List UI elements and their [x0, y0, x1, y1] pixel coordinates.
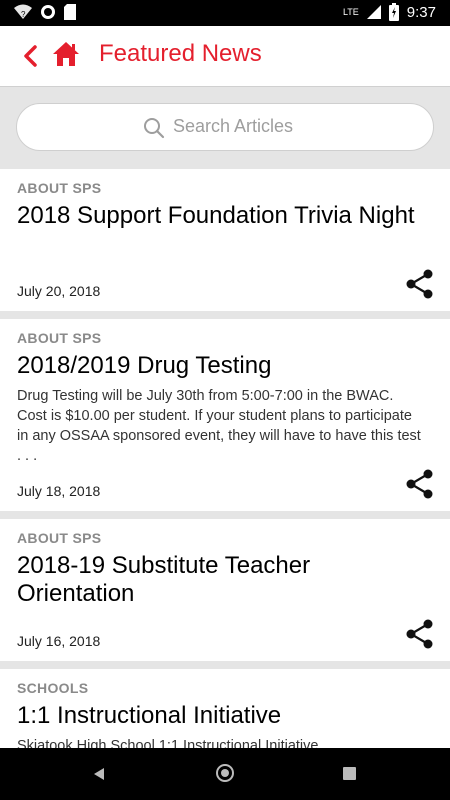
search-placeholder: Search Articles — [173, 116, 294, 136]
article-description: Skiatook High School 1:1 Instructional I… — [17, 738, 319, 748]
signal-icon — [366, 5, 381, 19]
article-category: ABOUT SPS — [17, 330, 102, 346]
article-date: July 18, 2018 — [17, 483, 101, 499]
chevron-left-icon[interactable] — [22, 44, 38, 68]
article-category: ABOUT SPS — [17, 530, 102, 546]
home-circle-icon[interactable] — [216, 764, 234, 782]
article-card[interactable]: ABOUT SPS 2018/2019 Drug Testing Drug Te… — [0, 319, 450, 511]
sync-icon — [41, 5, 55, 19]
status-bar: ? LTE 9:37 — [0, 0, 450, 26]
article-description: Drug Testing will be July 30th from 5:00… — [17, 388, 421, 464]
home-icon[interactable] — [52, 41, 80, 67]
article-card[interactable]: ABOUT SPS 2018 Support Foundation Trivia… — [0, 169, 450, 311]
search-area: Search Articles — [0, 87, 450, 169]
article-title: 1:1 Instructional Initiative — [17, 702, 282, 729]
network-type: LTE — [342, 7, 359, 17]
article-date: July 16, 2018 — [17, 633, 101, 649]
wifi-icon: ? — [14, 4, 32, 19]
share-icon[interactable] — [406, 469, 434, 499]
page-title: Featured News — [99, 40, 262, 67]
article-card[interactable]: SCHOOLS 1:1 Instructional Initiative Ski… — [0, 669, 450, 748]
article-category: SCHOOLS — [17, 680, 89, 696]
article-title: 2018/2019 Drug Testing — [17, 352, 272, 379]
back-triangle-icon[interactable] — [92, 767, 106, 781]
article-date: July 20, 2018 — [17, 283, 101, 299]
recent-apps-icon[interactable] — [343, 767, 356, 780]
system-nav-bar — [0, 748, 450, 800]
article-title: 2018-19 Substitute Teacher Orientation — [17, 552, 311, 607]
search-input[interactable]: Search Articles — [16, 103, 434, 151]
share-icon[interactable] — [406, 269, 434, 299]
article-category: ABOUT SPS — [17, 180, 102, 196]
app-bar: Featured News — [0, 26, 450, 87]
svg-text:?: ? — [21, 10, 26, 19]
battery-icon — [388, 3, 399, 21]
article-list: ABOUT SPS 2018 Support Foundation Trivia… — [0, 169, 450, 748]
article-card[interactable]: ABOUT SPS 2018-19 Substitute Teacher Ori… — [0, 519, 450, 661]
share-icon[interactable] — [406, 619, 434, 649]
article-title: 2018 Support Foundation Trivia Night — [17, 202, 415, 229]
clock: 9:37 — [406, 3, 436, 21]
search-icon — [144, 118, 165, 139]
sd-card-icon — [64, 4, 76, 20]
